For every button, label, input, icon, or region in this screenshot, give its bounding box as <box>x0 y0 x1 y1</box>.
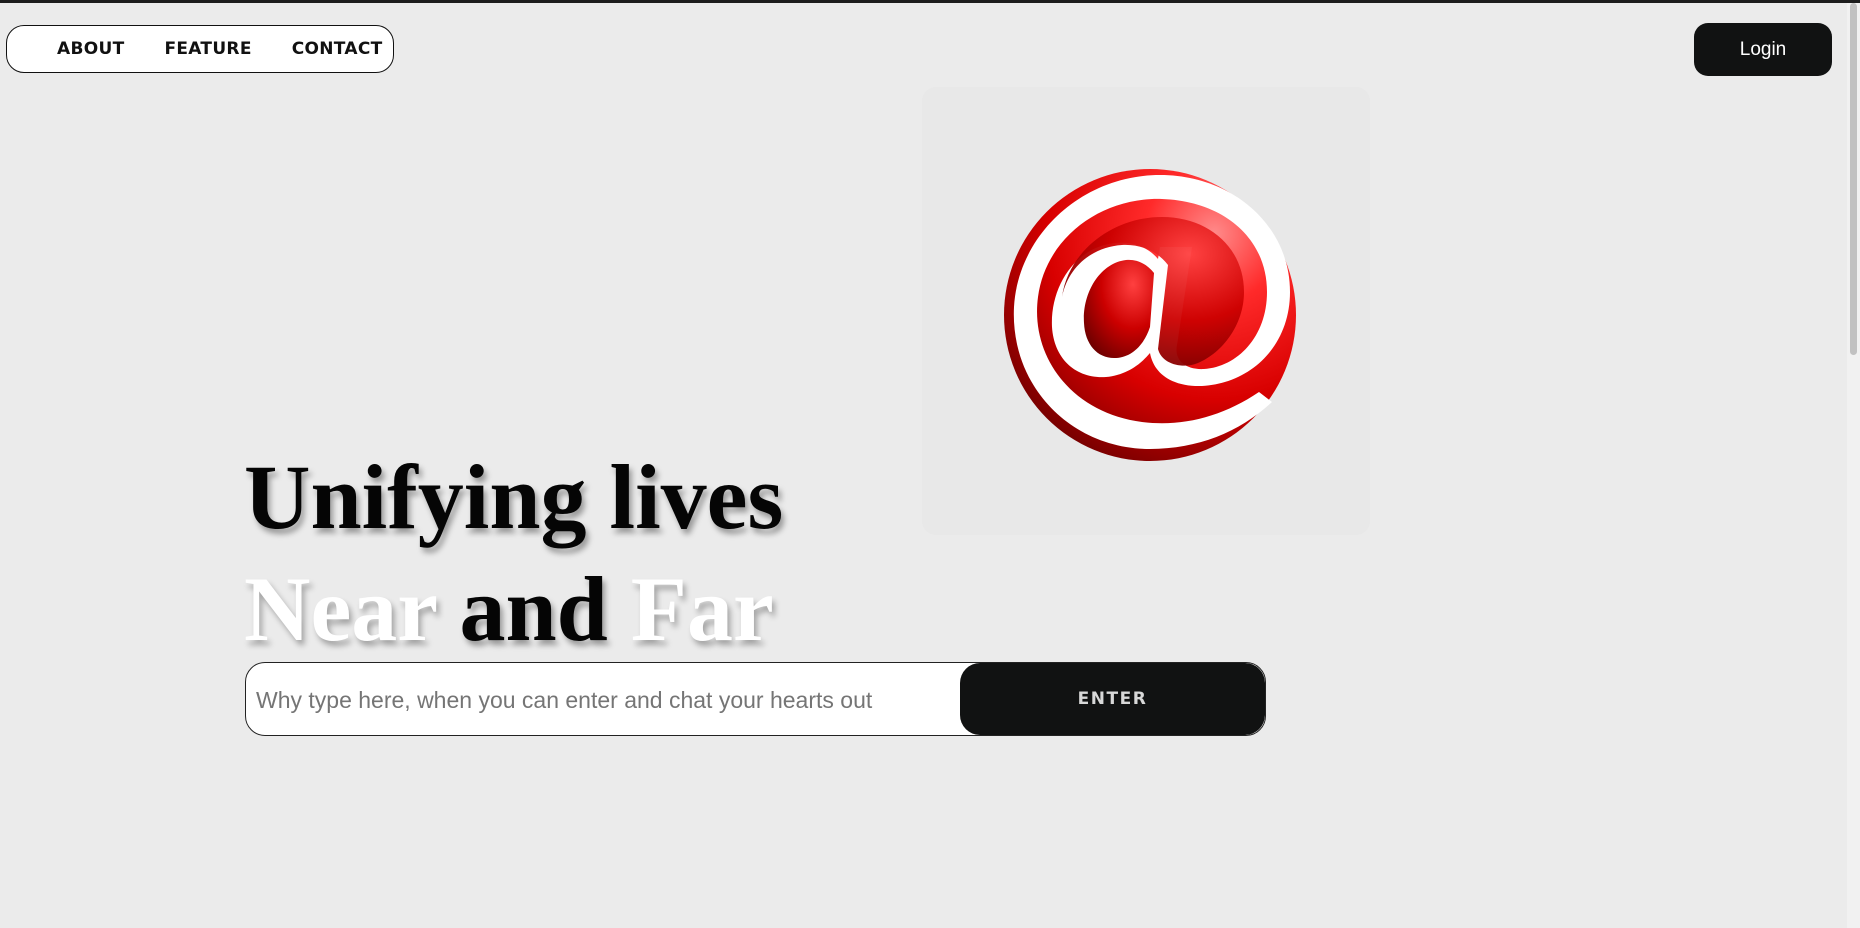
nav-link-feature[interactable]: FEATURE <box>164 39 251 59</box>
scrollbar-thumb[interactable] <box>1850 3 1857 355</box>
logo-card <box>922 87 1370 535</box>
login-button[interactable]: Login <box>1694 23 1832 76</box>
landing-page: ABOUT FEATURE CONTACT Login Unifying liv… <box>0 0 1860 928</box>
enter-button[interactable]: ENTER <box>960 663 1265 735</box>
page-scrollbar[interactable] <box>1847 3 1860 928</box>
chat-entry-bar: ENTER <box>245 662 1266 736</box>
hero-word-near: Near <box>244 558 437 660</box>
hero-line-2: Near and Far <box>244 553 783 665</box>
hero-word-and: and <box>459 558 608 660</box>
at-sign-icon <box>1004 169 1296 461</box>
hero-word-far: Far <box>630 558 774 660</box>
top-nav: ABOUT FEATURE CONTACT <box>6 25 394 73</box>
nav-link-about[interactable]: ABOUT <box>57 39 124 59</box>
hero-line-1: Unifying lives <box>244 446 784 548</box>
nav-link-contact[interactable]: CONTACT <box>292 39 383 59</box>
hero-headline: Unifying lives Near and Far <box>244 441 783 665</box>
